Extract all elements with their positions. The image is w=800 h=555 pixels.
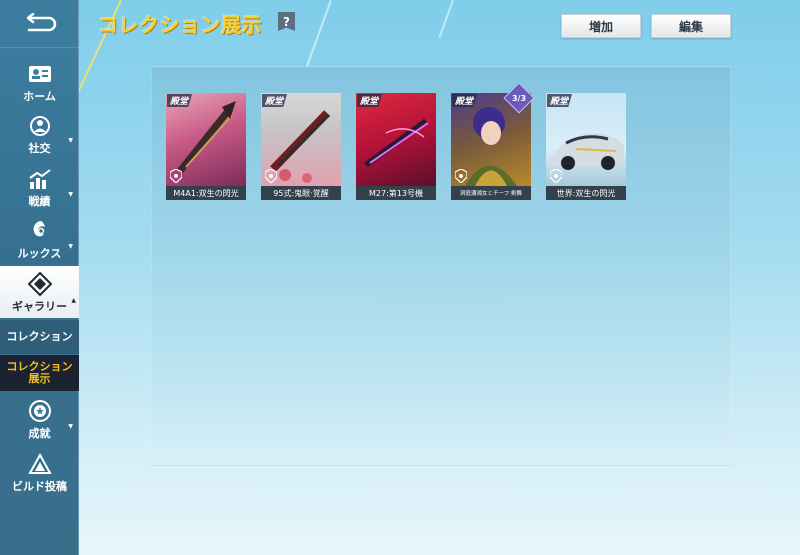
collection-card[interactable]: 殿堂 M4A1:双生の閃光 — [166, 93, 246, 200]
collection-card[interactable]: 殿堂 3/3 洞庭瀟湘女とチーフ·剣舞 — [451, 82, 535, 200]
expand-caret-icon: ▼ — [68, 423, 73, 430]
expand-caret-icon: ▼ — [68, 191, 73, 198]
hall-of-fame-tag: 殿堂 — [262, 94, 288, 107]
card-name: 世界:双生の閃光 — [546, 186, 626, 200]
sidebar: ホーム 社交 ▼ 戦績 ▼ ルックス ▼ ギャラリー ▲ コレクション コレクシ… — [0, 0, 79, 555]
sidebar-item-label: 社交 — [28, 141, 51, 155]
sidebar-item-label: ビルド投稿 — [12, 479, 67, 493]
social-icon — [27, 113, 53, 139]
sidebar-item-home[interactable]: ホーム — [0, 58, 79, 106]
sidebar-item-label: ギャラリー — [12, 299, 67, 313]
sidebar-subitem-label: コレクション — [6, 330, 73, 343]
collection-card[interactable]: 殿堂 M27:第13号機 — [356, 93, 436, 200]
light-streak — [306, 0, 332, 67]
card-name: 洞庭瀟湘女とチーフ·剣舞 — [451, 186, 531, 200]
card-artwork: 殿堂 — [546, 93, 626, 186]
sidebar-item-social[interactable]: 社交 ▼ — [0, 110, 79, 158]
shield-badge-icon — [455, 169, 467, 183]
hall-of-fame-tag: 殿堂 — [167, 94, 193, 107]
collection-card[interactable]: 殿堂 世界:双生の閃光 — [546, 93, 626, 200]
expand-caret-icon: ▼ — [68, 137, 73, 144]
card-name: 95式:鬼眼·覚醒 — [261, 186, 341, 200]
sidebar-item-label: 戦績 — [28, 194, 51, 208]
back-arrow-icon — [26, 12, 56, 31]
hall-of-fame-tag: 殿堂 — [452, 94, 478, 107]
sidebar-item-looks[interactable]: ルックス ▼ — [0, 214, 79, 264]
collapse-caret-icon: ▲ — [71, 297, 76, 304]
sidebar-item-achievements[interactable]: 成就 ▼ — [0, 394, 79, 444]
sidebar-subitem-label: コレクション 展示 — [6, 360, 73, 385]
sidebar-subitem-collection[interactable]: コレクション — [0, 320, 79, 354]
shield-badge-icon — [265, 169, 277, 183]
sidebar-item-stats[interactable]: 戦績 ▼ — [0, 162, 79, 212]
light-streak — [438, 0, 454, 39]
card-artwork: 殿堂 — [356, 93, 436, 186]
sidebar-item-build-post[interactable]: ビルド投稿 — [0, 448, 79, 496]
sidebar-item-label: ルックス — [17, 246, 62, 260]
medal-icon — [27, 398, 53, 424]
shield-badge-icon — [170, 169, 182, 183]
page-title: コレクション展示 — [98, 13, 262, 37]
build-icon — [27, 451, 53, 477]
collection-card[interactable]: 殿堂 95式:鬼眼·覚醒 — [261, 93, 341, 200]
id-card-icon — [27, 61, 53, 87]
help-icon[interactable]: ? — [278, 12, 295, 31]
sidebar-item-label: 成就 — [28, 426, 51, 440]
add-button[interactable]: 増加 — [561, 14, 641, 38]
sidebar-item-gallery[interactable]: ギャラリー ▲ — [0, 266, 79, 318]
hall-of-fame-tag: 殿堂 — [357, 94, 383, 107]
sidebar-subitem-collection-showcase[interactable]: コレクション 展示 — [0, 355, 79, 391]
hall-of-fame-tag: 殿堂 — [547, 94, 573, 107]
dragon-icon — [27, 218, 53, 244]
edit-button[interactable]: 編集 — [651, 14, 731, 38]
gallery-icon — [27, 271, 53, 297]
chart-icon — [27, 166, 53, 192]
shield-badge-icon — [550, 169, 562, 183]
expand-caret-icon: ▼ — [68, 243, 73, 250]
card-artwork: 殿堂 — [166, 93, 246, 186]
card-name: M4A1:双生の閃光 — [166, 186, 246, 200]
card-artwork: 殿堂 — [261, 93, 341, 186]
count-badge-text: 3/3 — [511, 94, 527, 103]
card-name: M27:第13号機 — [356, 186, 436, 200]
back-button[interactable] — [0, 0, 79, 48]
sidebar-item-label: ホーム — [23, 89, 56, 103]
